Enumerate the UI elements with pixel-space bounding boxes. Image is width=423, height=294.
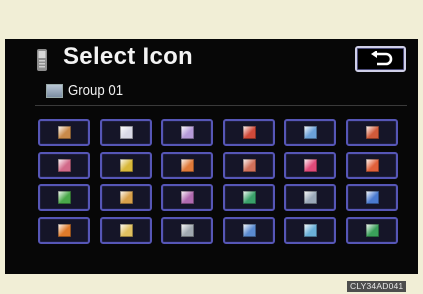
door-icon bbox=[365, 126, 379, 139]
icon-button-ring[interactable] bbox=[345, 151, 398, 179]
icon-button-monitor[interactable] bbox=[284, 184, 336, 211]
icon-button-landscape[interactable] bbox=[284, 216, 336, 244]
landscape-icon bbox=[304, 223, 317, 237]
icon-button-people[interactable] bbox=[345, 184, 398, 211]
icon-button-pumpkin[interactable] bbox=[38, 216, 90, 244]
mobile-phone-icon bbox=[37, 49, 47, 71]
icon-button-boat[interactable] bbox=[222, 216, 275, 244]
book-icon bbox=[181, 191, 194, 204]
icon-button-car[interactable] bbox=[222, 119, 275, 146]
icon-button-building[interactable] bbox=[38, 119, 90, 146]
icon-button-door[interactable] bbox=[345, 119, 398, 146]
pumpkin-icon bbox=[58, 223, 71, 237]
coffee-icon bbox=[119, 191, 133, 204]
icon-button-heart[interactable] bbox=[284, 151, 336, 179]
heart-icon bbox=[304, 158, 317, 172]
back-button[interactable] bbox=[355, 46, 406, 72]
people-icon bbox=[365, 191, 379, 204]
icon-button-tools[interactable] bbox=[161, 216, 213, 244]
icon-button-book[interactable] bbox=[161, 184, 213, 211]
return-arrow-icon bbox=[371, 51, 393, 66]
card-icon bbox=[365, 223, 379, 237]
icon-button-cup[interactable] bbox=[161, 151, 213, 179]
document-icon bbox=[119, 126, 133, 139]
building-icon bbox=[58, 126, 71, 139]
icon-button-money[interactable] bbox=[222, 184, 275, 211]
road-icon bbox=[304, 126, 317, 139]
ring-icon bbox=[365, 158, 379, 172]
bat-icon bbox=[58, 158, 71, 172]
icon-grid bbox=[38, 119, 398, 245]
page-title: Select Icon bbox=[63, 43, 194, 70]
folder-icon bbox=[46, 84, 63, 98]
tools-icon bbox=[181, 223, 194, 237]
icon-button-ticket[interactable] bbox=[222, 151, 275, 179]
icon-button-coffee[interactable] bbox=[99, 184, 152, 211]
icon-button-document[interactable] bbox=[99, 119, 152, 146]
icon-button-road[interactable] bbox=[284, 119, 336, 146]
figure-code: CLY34AD041 bbox=[347, 281, 407, 292]
money-icon bbox=[242, 191, 256, 204]
car-icon bbox=[242, 126, 256, 139]
divider bbox=[35, 105, 407, 106]
restaurant-icon bbox=[58, 191, 71, 204]
cup-icon bbox=[181, 158, 194, 172]
icon-button-restaurant[interactable] bbox=[38, 184, 90, 211]
boat-icon bbox=[242, 223, 256, 237]
gift-icon bbox=[119, 158, 133, 172]
icon-button-card[interactable] bbox=[345, 216, 398, 244]
icon-button-gift[interactable] bbox=[99, 151, 152, 179]
group-label: Group 01 bbox=[68, 82, 124, 99]
icon-button-bat[interactable] bbox=[38, 151, 90, 179]
icon-button-pencil[interactable] bbox=[161, 119, 213, 146]
icon-button-brush[interactable] bbox=[99, 216, 152, 244]
monitor-icon bbox=[304, 191, 317, 204]
ticket-icon bbox=[242, 158, 256, 172]
brush-icon bbox=[119, 223, 133, 237]
pencil-icon bbox=[181, 126, 194, 139]
